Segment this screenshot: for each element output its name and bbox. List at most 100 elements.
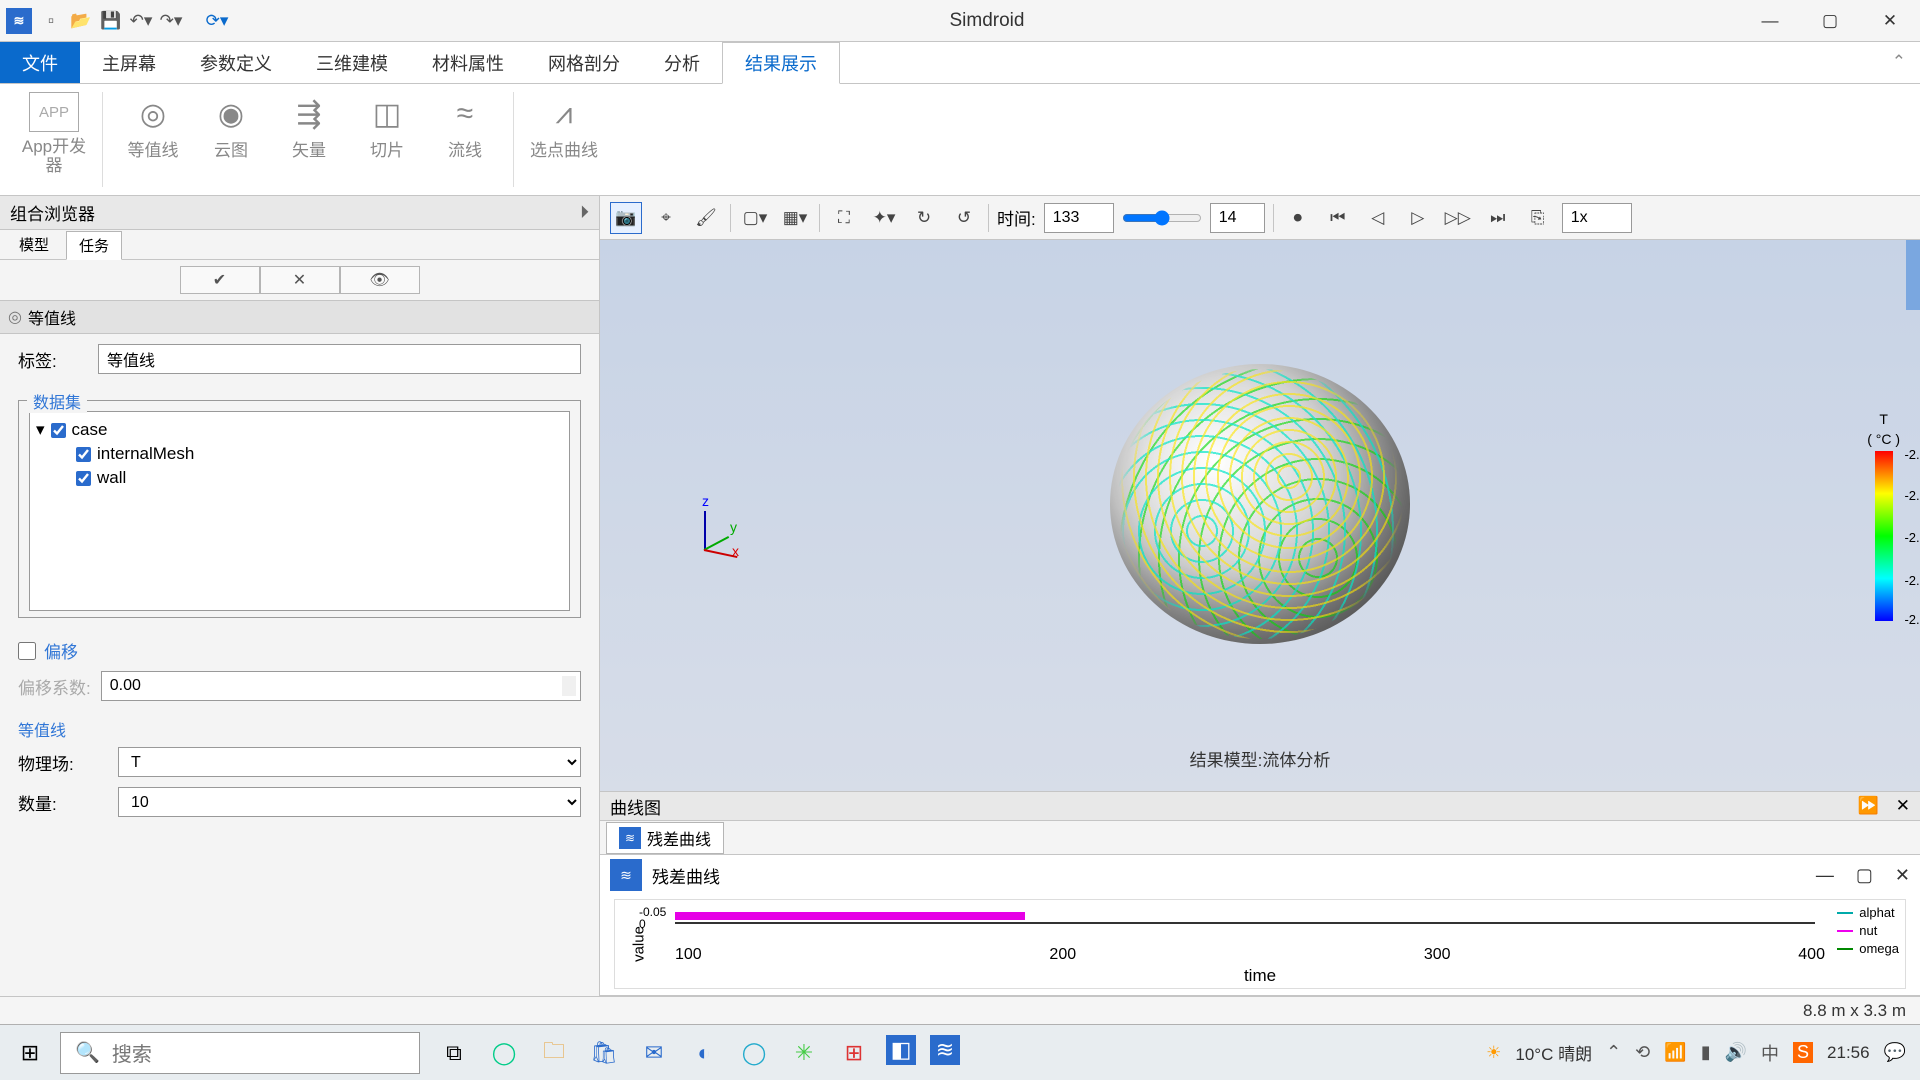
tree-child-0[interactable]: internalMesh [36, 442, 563, 466]
scrollbar[interactable] [1906, 240, 1920, 310]
tree-child-1-checkbox[interactable] [76, 471, 91, 486]
store-icon[interactable]: 🛍 [586, 1035, 622, 1071]
rotate-cw-icon[interactable]: ↻ [908, 202, 940, 234]
tab-mesh[interactable]: 网格剖分 [526, 42, 642, 83]
time-slider[interactable] [1122, 210, 1202, 226]
curve-close2-icon[interactable]: ✕ [1895, 865, 1910, 886]
streamline-icon: ≈ [443, 92, 487, 136]
camera-icon[interactable]: 📷 [610, 202, 642, 234]
wifi-icon[interactable]: 📶 [1664, 1042, 1686, 1063]
wechat-icon[interactable]: ✳ [786, 1035, 822, 1071]
edge-icon[interactable]: ◯ [486, 1035, 522, 1071]
tray-sync-icon[interactable]: ⟲ [1635, 1042, 1650, 1063]
slice-button[interactable]: ◫ 切片 [351, 92, 423, 187]
fit-icon[interactable]: ⛶ [828, 202, 860, 234]
dataset-tree[interactable]: ▾ case internalMesh wall [29, 411, 570, 611]
3d-viewport[interactable]: z y x 结果模型:流体分析 T ( °C ) -2.731e+02 -2.7… [600, 240, 1920, 791]
undo-icon[interactable]: ↶▾ [130, 10, 152, 32]
contour-button[interactable]: ◎ 等值线 [117, 92, 189, 187]
first-frame-icon[interactable]: ⏮ [1322, 202, 1354, 234]
frame-input[interactable] [1210, 203, 1265, 233]
offset-checkbox[interactable] [18, 642, 36, 660]
browser-icon[interactable]: ◯ [736, 1035, 772, 1071]
start-button[interactable]: ⊞ [0, 1040, 60, 1066]
streamline-button[interactable]: ≈ 流线 [429, 92, 501, 187]
play-icon[interactable]: ▷ [1402, 202, 1434, 234]
notifications-icon[interactable]: 💬 [1884, 1042, 1906, 1063]
tree-expand-icon[interactable]: ▾ [36, 420, 45, 440]
curve-ff-icon[interactable]: ⏩ [1858, 796, 1879, 815]
curve-min-icon[interactable]: ― [1816, 865, 1834, 886]
tree-child-1[interactable]: wall [36, 466, 563, 490]
open-icon[interactable]: 📂 [70, 10, 92, 32]
axis-toggle-icon[interactable]: ✦▾ [868, 202, 900, 234]
select-icon[interactable]: ⌖ [650, 202, 682, 234]
edge2-icon[interactable]: ◐ [686, 1035, 722, 1071]
vector-button[interactable]: ⇶ 矢量 [273, 92, 345, 187]
tab-file[interactable]: 文件 [0, 42, 80, 83]
color-cube-icon[interactable]: ▦▾ [779, 202, 811, 234]
cloud-button[interactable]: ◉ 云图 [195, 92, 267, 187]
brush-icon[interactable]: 🖌 [690, 202, 722, 234]
tab-home[interactable]: 主屏幕 [80, 42, 178, 83]
cube-view-icon[interactable]: ▢▾ [739, 202, 771, 234]
export-icon[interactable]: ⎘ [1522, 202, 1554, 234]
ime-icon[interactable]: 中 [1761, 1040, 1779, 1066]
rotate-ccw-icon[interactable]: ↺ [948, 202, 980, 234]
tab-material[interactable]: 材料属性 [410, 42, 526, 83]
qty-select[interactable]: 10 [118, 787, 581, 817]
sogou-icon[interactable]: S [1793, 1042, 1813, 1063]
apply-button[interactable]: ✔ [180, 266, 260, 294]
panel-collapse-icon[interactable]: ⏵ [580, 202, 589, 223]
tab-task[interactable]: 任务 [66, 231, 122, 260]
app1-icon[interactable]: ◧ [886, 1035, 916, 1065]
speed-select[interactable] [1562, 203, 1632, 233]
save-icon[interactable]: 💾 [100, 10, 122, 32]
curve-max-icon[interactable]: ▢ [1856, 865, 1873, 886]
new-icon[interactable]: ▫ [40, 10, 62, 32]
tab-analysis[interactable]: 分析 [642, 42, 722, 83]
tab-results[interactable]: 结果展示 [722, 42, 840, 84]
next-frame-icon[interactable]: ▷▷ [1442, 202, 1474, 234]
maximize-button[interactable]: ▢ [1800, 0, 1860, 42]
refresh-icon[interactable]: ⟳▾ [206, 10, 228, 32]
tab-3dmodel[interactable]: 三维建模 [294, 42, 410, 83]
preview-button[interactable]: 👁 [340, 266, 420, 294]
volume-icon[interactable]: 🔊 [1725, 1042, 1747, 1063]
battery-icon[interactable]: ▮ [1701, 1042, 1711, 1063]
close-button[interactable]: ✕ [1860, 0, 1920, 42]
record-icon[interactable]: ⏺ [1282, 202, 1314, 234]
taskbar-search[interactable]: 🔍 搜索 [60, 1032, 420, 1074]
simdroid-taskbar-icon[interactable]: ≋ [930, 1035, 960, 1065]
cancel-button[interactable]: ✕ [260, 266, 340, 294]
time-input[interactable] [1044, 203, 1114, 233]
curve-tab-residual[interactable]: ≋ 残差曲线 [606, 822, 724, 854]
tray-expand-icon[interactable]: ⌃ [1606, 1042, 1621, 1063]
app-developer-button[interactable]: APP App开发器 [18, 92, 90, 187]
mail-icon[interactable]: ✉ [636, 1035, 672, 1071]
tree-root-checkbox[interactable] [51, 423, 66, 438]
task-view-icon[interactable]: ⧉ [436, 1035, 472, 1071]
ribbon-collapse-icon[interactable]: ⌃ [1892, 52, 1906, 72]
point-curve-button[interactable]: ⩘ 选点曲线 [528, 92, 600, 187]
weather-text[interactable]: 10°C 晴朗 [1515, 1040, 1592, 1065]
tab-model[interactable]: 模型 [6, 230, 62, 259]
separator [1273, 204, 1274, 232]
offset-coef-input[interactable]: 0.00 [101, 671, 581, 701]
tree-root[interactable]: ▾ case [36, 418, 563, 442]
explorer-icon[interactable]: 🗀 [536, 1035, 572, 1071]
label-input[interactable] [98, 344, 581, 374]
legend-0: alphat [1859, 904, 1894, 922]
residual-plot[interactable]: value -0.050 100 200 300 400 time alphat… [614, 899, 1906, 989]
redo-icon[interactable]: ↷▾ [160, 10, 182, 32]
clock[interactable]: 21:56 [1827, 1043, 1870, 1063]
prev-frame-icon[interactable]: ◁ [1362, 202, 1394, 234]
curve-close-icon[interactable]: ✕ [1896, 796, 1910, 815]
minimize-button[interactable]: ― [1740, 0, 1800, 42]
tree-child-0-checkbox[interactable] [76, 447, 91, 462]
field-select[interactable]: T [118, 747, 581, 777]
last-frame-icon[interactable]: ⏭ [1482, 202, 1514, 234]
tab-params[interactable]: 参数定义 [178, 42, 294, 83]
office-icon[interactable]: ⊞ [836, 1035, 872, 1071]
weather-icon[interactable]: ☀ [1486, 1043, 1501, 1063]
